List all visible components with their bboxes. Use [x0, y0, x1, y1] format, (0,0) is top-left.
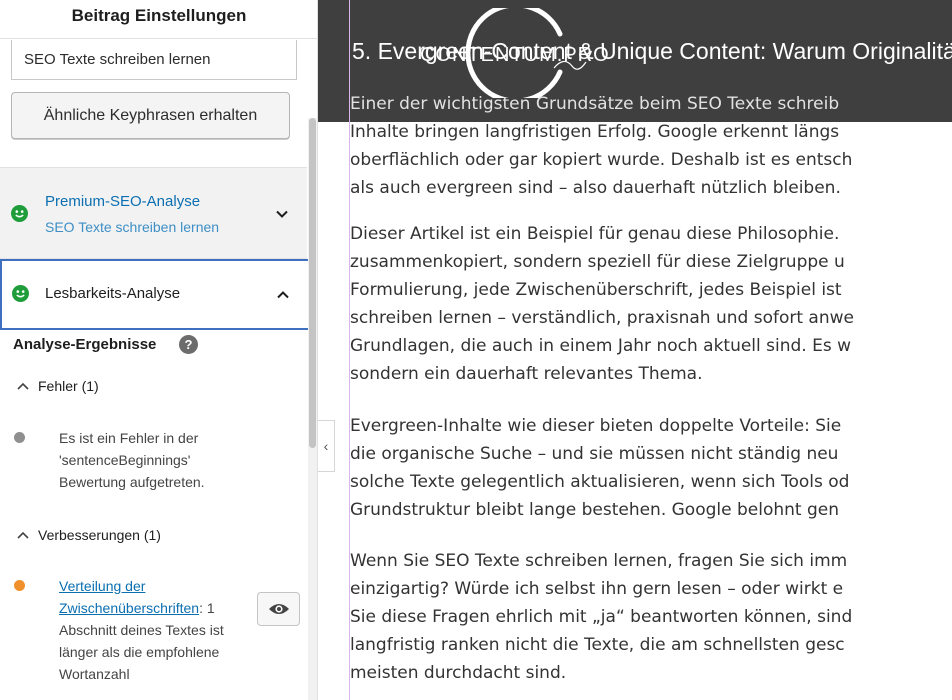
premium-analysis-keyphrase: SEO Texte schreiben lernen: [45, 219, 220, 235]
improvement-result-text: Verteilung der Zwischenüberschriften: 1 …: [59, 575, 249, 685]
analysis-results-heading: Analyse-Ergebnisse: [13, 336, 157, 353]
text-line: Einer der wichtigsten Grundsätze beim SE…: [350, 94, 840, 114]
text-line: schreiben lernen – verständlich, praxisn…: [350, 308, 854, 328]
help-icon[interactable]: ?: [179, 335, 198, 354]
text-line: Wenn Sie SEO Texte schreiben lernen, fra…: [350, 551, 848, 571]
paragraph[interactable]: Evergreen-Inhalte wie dieser bieten dopp…: [350, 412, 952, 524]
text-line: oberflächlich oder gar kopiert wurde. De…: [350, 150, 853, 170]
readability-analysis-panel[interactable]: Lesbarkeits-Analyse: [0, 259, 317, 330]
paragraph[interactable]: Wenn Sie SEO Texte schreiben lernen, fra…: [350, 547, 952, 687]
improvement-link[interactable]: Verteilung der Zwischenüberschriften: [59, 578, 199, 616]
text-line: einzigartig? Würde ich selbst ihn gern l…: [350, 579, 844, 599]
caret-up-icon: [17, 382, 29, 390]
caret-up-icon: [17, 531, 29, 539]
text-line: meisten durchdacht sind.: [350, 663, 567, 683]
premium-analysis-title: Premium-SEO-Analyse: [45, 193, 201, 210]
improvements-group-toggle[interactable]: Verbesserungen (1): [16, 527, 161, 543]
status-dot: [14, 432, 25, 443]
paragraph[interactable]: Dieser Artikel ist ein Beispiel für gena…: [350, 220, 952, 388]
paragraph[interactable]: Einer der wichtigsten Grundsätze beim SE…: [350, 90, 952, 202]
readability-analysis-title: Lesbarkeits-Analyse: [45, 285, 181, 302]
text-line: Inhalte bringen langfristigen Erfolg. Go…: [350, 122, 840, 142]
sidebar-scrollbar-thumb[interactable]: [309, 118, 316, 448]
text-line: Evergreen-Inhalte wie dieser bieten dopp…: [350, 416, 842, 436]
sidebar-title: Beitrag Einstellungen: [71, 6, 247, 25]
error-result-text: Es ist ein Fehler in der 'sentenceBeginn…: [59, 430, 205, 490]
chevron-down-icon[interactable]: [274, 206, 290, 222]
errors-group-label: Fehler (1): [38, 378, 99, 394]
chevron-up-icon[interactable]: [275, 287, 291, 303]
smile-icon: [12, 285, 29, 302]
text-line: als auch evergreen sind – also dauerhaft…: [350, 178, 841, 198]
text-line: die organische Suche – und sie müssen ni…: [350, 444, 839, 464]
improvements-group-label: Verbesserungen (1): [38, 527, 161, 543]
errors-group-toggle[interactable]: Fehler (1): [16, 378, 99, 394]
text-line: Formulierung, jede Zwischenüberschrift, …: [350, 280, 842, 300]
status-dot: [14, 580, 25, 591]
smile-icon: [11, 205, 28, 222]
text-line: langfristig ranken nicht die Texte, die …: [350, 635, 845, 655]
text-line: Dieser Artikel ist ein Beispiel für gena…: [350, 224, 840, 244]
collapse-icon: ‹: [323, 438, 329, 454]
text-line: zusammenkopiert, sondern speziell für di…: [350, 252, 845, 272]
highlight-eye-button[interactable]: [257, 592, 300, 626]
text-line: Grundstruktur bleibt lange bestehen. Goo…: [350, 500, 840, 520]
collapse-sidebar-button[interactable]: ‹: [318, 420, 335, 472]
contentum-logo: CONTENTUM.PRO: [400, 8, 628, 98]
settings-sidebar: Beitrag Einstellungen Ähnliche Keyphrase…: [0, 0, 318, 700]
premium-seo-analysis-panel[interactable]: Premium-SEO-Analyse SEO Texte schreiben …: [0, 167, 307, 259]
related-keyphrases-button[interactable]: Ähnliche Keyphrasen erhalten: [11, 92, 290, 139]
text-line: Sie diese Fragen ehrlich mit „ja“ beantw…: [350, 607, 853, 627]
divider: [0, 38, 317, 39]
logo-text: CONTENTUM.PRO: [420, 44, 610, 66]
text-line: solche Texte gelegentlich aktualisieren,…: [350, 472, 850, 492]
eye-icon: [268, 604, 289, 614]
text-line: sondern ein dauerhaft relevantes Thema.: [350, 364, 703, 384]
focus-keyphrase-input[interactable]: [11, 40, 297, 80]
text-line: Grundlagen, die auch in einem Jahr noch …: [350, 336, 852, 356]
